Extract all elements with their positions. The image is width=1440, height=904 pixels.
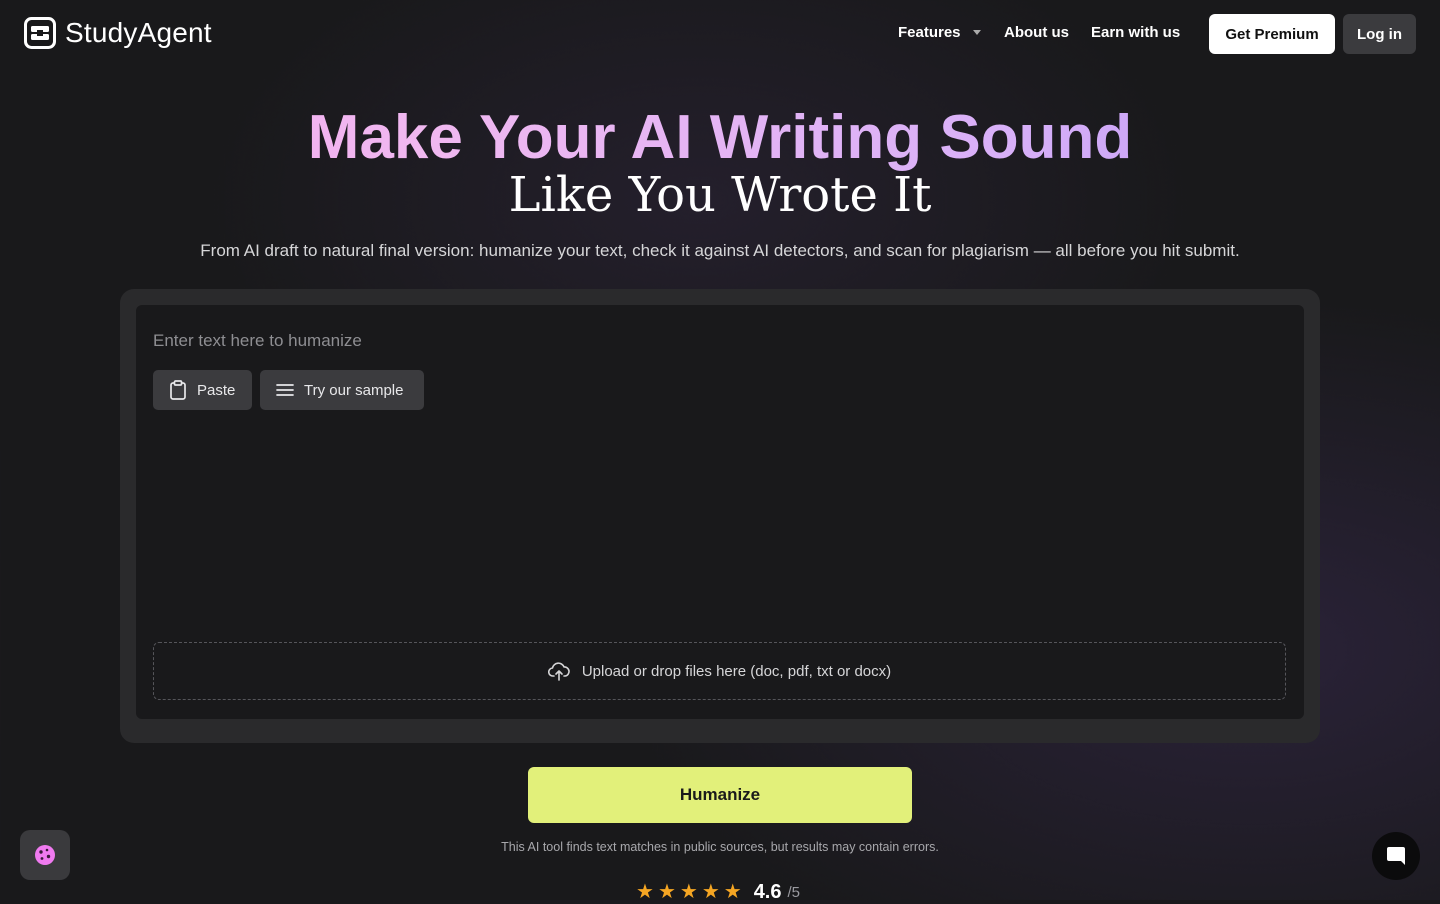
cookie-icon [33, 843, 57, 867]
nav-features-dropdown[interactable]: Features [898, 24, 981, 41]
rating-summary: ★ ★ ★ ★ ★ 4.6 /5 [636, 880, 800, 904]
humanize-button[interactable]: Humanize [528, 767, 912, 823]
hero-title: Make Your AI Writing Sound [0, 100, 1440, 176]
paste-label: Paste [197, 381, 236, 399]
chevron-down-icon [972, 30, 981, 35]
rating-value: 4.6 [753, 880, 782, 903]
upload-label: Upload or drop files here (doc, pdf, txt… [581, 662, 892, 680]
chat-launcher-button[interactable] [1372, 832, 1420, 880]
paste-button[interactable]: Paste [153, 370, 252, 410]
rating-max: /5 [787, 883, 801, 901]
star-icon: ★ [636, 881, 654, 903]
try-sample-label: Try our sample [304, 381, 404, 399]
hero-title-line2: Like You Wrote It [508, 167, 932, 223]
star-icon: ★ [657, 881, 676, 903]
star-icon: ★ [701, 881, 720, 903]
cloud-upload-icon [547, 661, 570, 681]
login-button[interactable]: Log in [1343, 14, 1416, 54]
brand-logo[interactable]: StudyAgent [24, 17, 212, 49]
text-input-placeholder: Enter text here to humanize [153, 331, 362, 350]
nav-earn-link[interactable]: Earn with us [1091, 24, 1180, 41]
file-upload-dropzone[interactable]: Upload or drop files here (doc, pdf, txt… [153, 642, 1286, 700]
top-navigation: StudyAgent Features About us Earn with u… [0, 0, 1440, 68]
menu-lines-icon [276, 383, 294, 397]
humanizer-panel: Enter text here to humanize Paste Try ou… [120, 289, 1320, 743]
brand-name: StudyAgent [65, 17, 212, 48]
nav-features-label: Features [898, 24, 961, 41]
get-premium-button[interactable]: Get Premium [1209, 14, 1335, 54]
star-icon: ★ [679, 881, 698, 903]
hero-subtitle: From AI draft to natural final version: … [200, 241, 1240, 260]
chat-bubble-icon [1385, 845, 1407, 867]
studyagent-logo-icon [24, 17, 56, 49]
try-sample-button[interactable]: Try our sample [260, 370, 424, 410]
star-icon: ★ [723, 881, 742, 903]
nav-about-link[interactable]: About us [1004, 24, 1069, 41]
clipboard-icon [169, 380, 187, 400]
disclaimer-text: This AI tool finds text matches in publi… [501, 840, 939, 854]
cookie-settings-button[interactable] [20, 830, 70, 880]
text-input-area[interactable]: Enter text here to humanize Paste Try ou… [136, 305, 1304, 719]
